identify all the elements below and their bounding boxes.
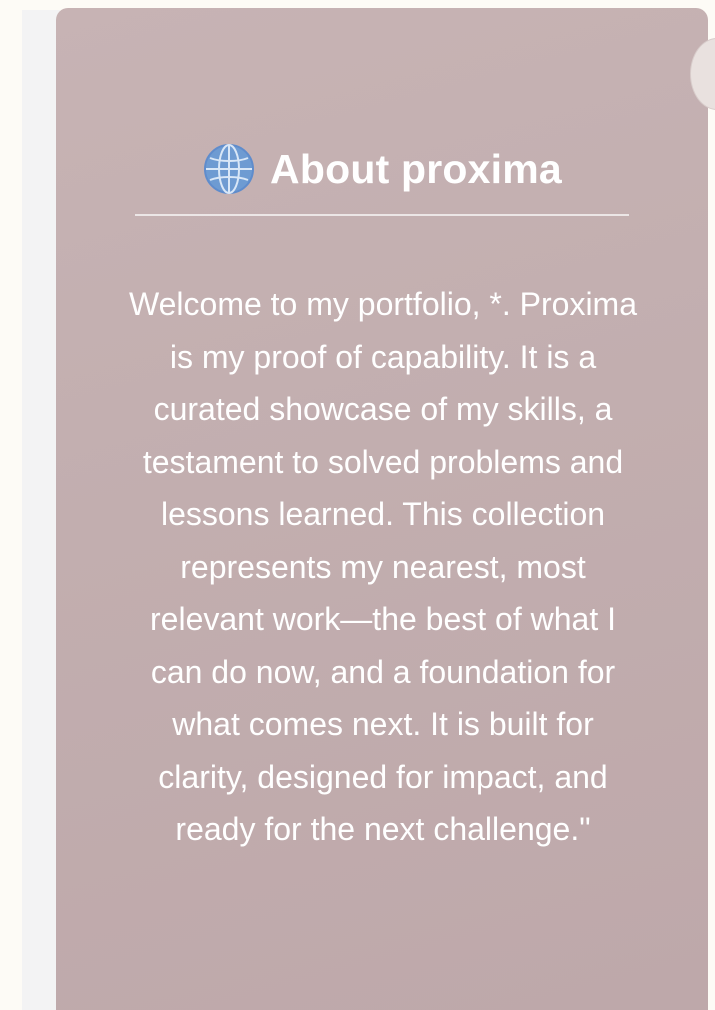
about-card: About proxima Welcome to my portfolio, *… <box>56 8 708 1010</box>
about-title: About proxima <box>270 145 562 192</box>
about-header: About proxima <box>56 141 708 197</box>
left-panel-edge <box>22 10 60 1010</box>
globe-icon <box>202 142 256 196</box>
title-divider <box>135 214 629 216</box>
about-description: Welcome to my portfolio, *. Proxima is m… <box>128 286 637 847</box>
portfolio-page: About proxima Welcome to my portfolio, *… <box>0 0 715 1010</box>
